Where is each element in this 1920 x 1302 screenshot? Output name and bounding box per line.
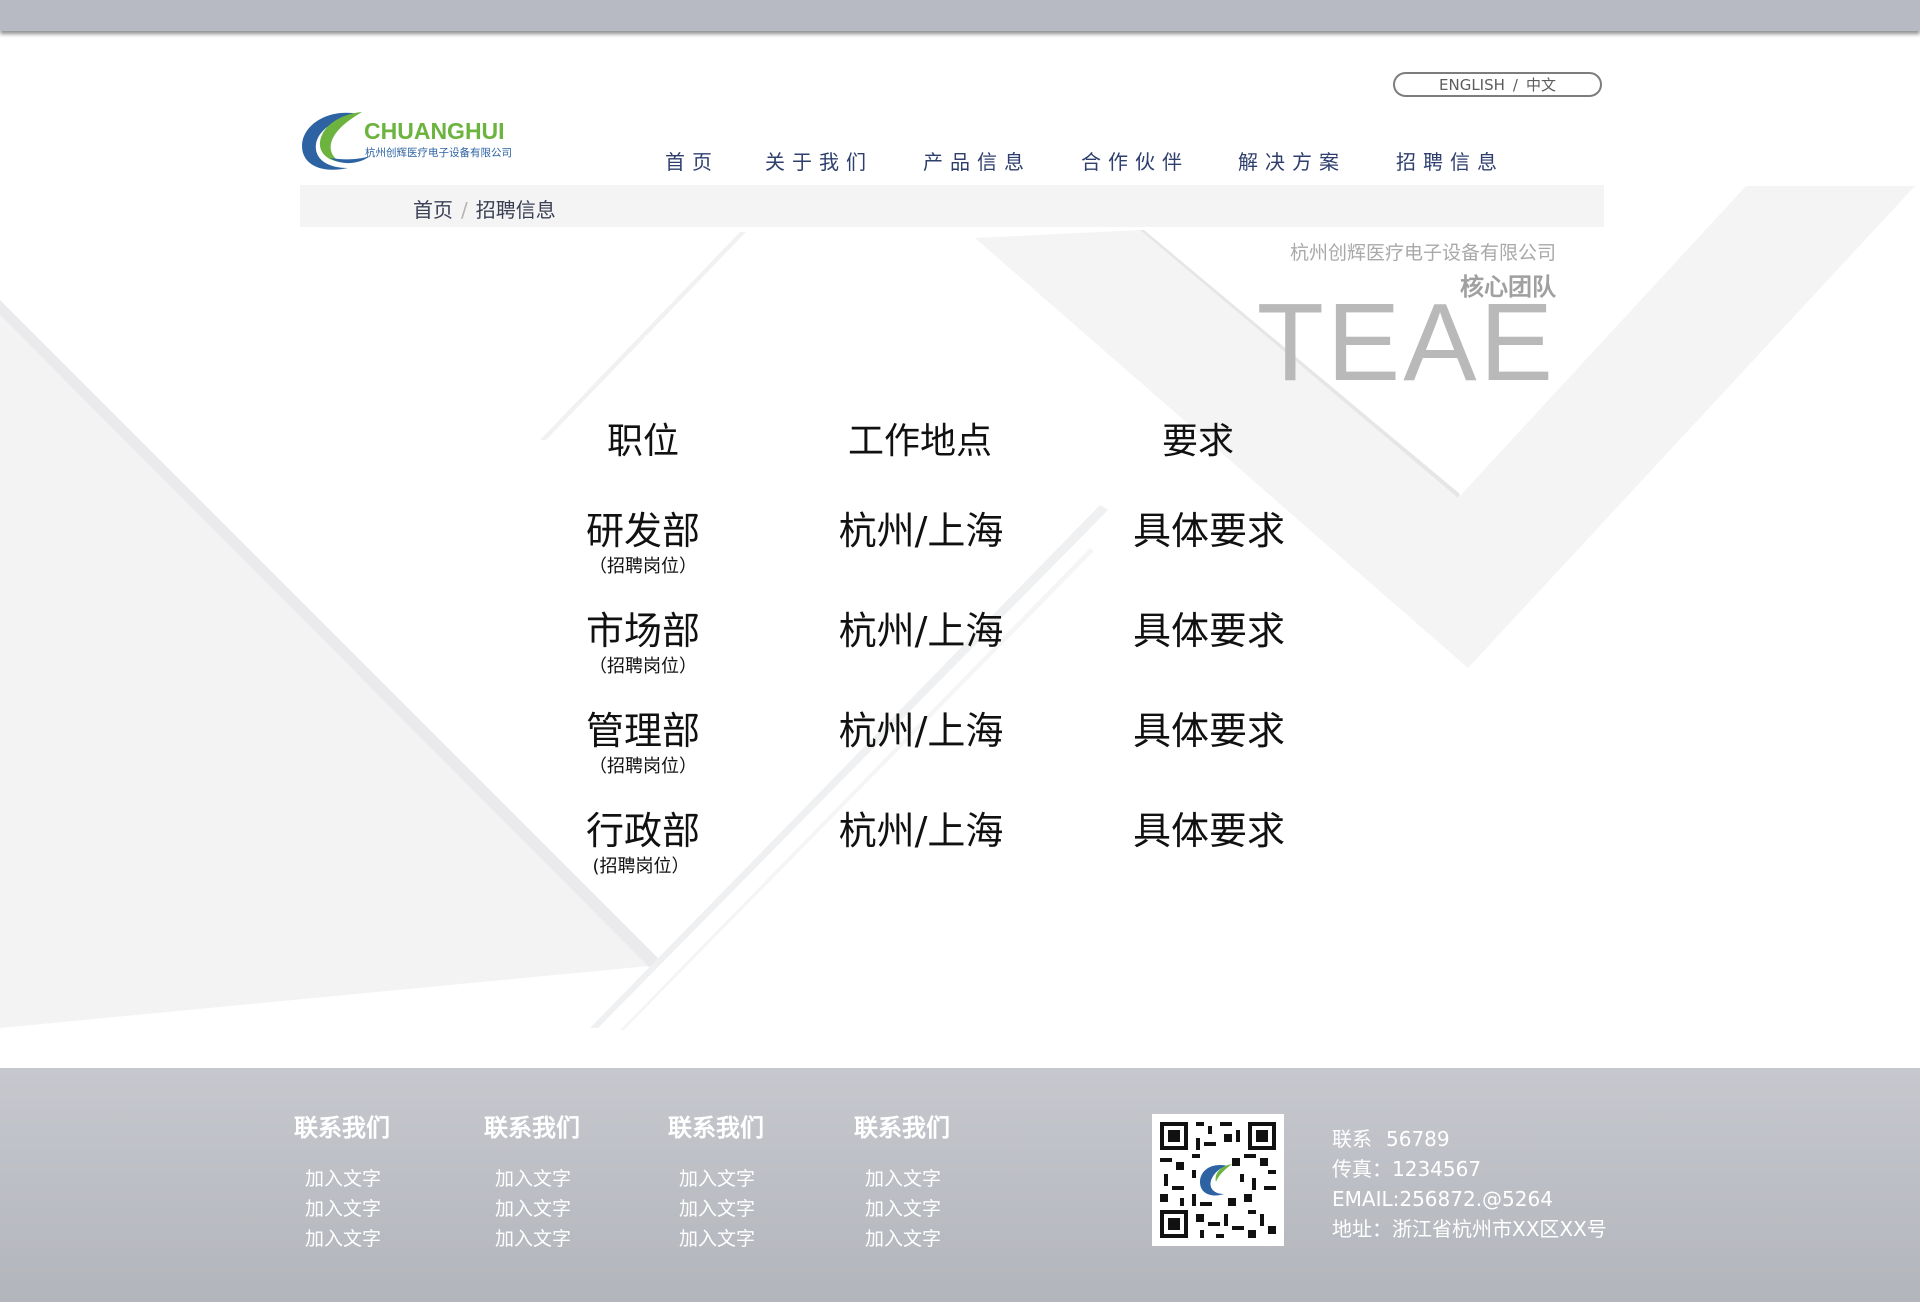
- footer-contact: 联系 56789 传真：1234567 EMAIL:256872.@5264 地址…: [1332, 1124, 1607, 1244]
- table-row: 管理部 （招聘岗位） 杭州/上海 具体要求: [0, 700, 1920, 790]
- footer-link[interactable]: 加入文字: [495, 1194, 580, 1224]
- qr-code-icon: [1152, 1114, 1284, 1246]
- nav-item-about[interactable]: 关于我们: [765, 146, 873, 175]
- department-name[interactable]: 管理部: [586, 700, 700, 755]
- footer-column-title: 联系我们: [294, 1114, 390, 1142]
- nav-item-jobs[interactable]: 招聘信息: [1396, 146, 1504, 175]
- hero-big-word: TEAE: [1256, 281, 1556, 404]
- contact-fax: 传真：1234567: [1332, 1157, 1482, 1181]
- language-switch: ENGLISH / 中文: [1393, 72, 1602, 97]
- table-row: 研发部 （招聘岗位） 杭州/上海 具体要求: [0, 500, 1920, 590]
- contact-phone: 联系 56789: [1332, 1124, 1607, 1154]
- department-subtitle: （招聘岗位）: [589, 756, 697, 777]
- contact-phone-label: 联系: [1332, 1127, 1372, 1151]
- nav-item-home[interactable]: 首页: [665, 146, 719, 175]
- footer-link[interactable]: 加入文字: [679, 1164, 764, 1194]
- header-requirement: 要求: [1161, 421, 1235, 462]
- footer-link[interactable]: 加入文字: [865, 1224, 950, 1254]
- hero-company-name: 杭州创辉医疗电子设备有限公司: [1289, 242, 1556, 264]
- lang-separator: /: [1512, 75, 1518, 94]
- footer-column: 联系我们 加入文字 加入文字 加入文字: [854, 1108, 950, 1254]
- requirement-link[interactable]: 具体要求: [1133, 500, 1285, 555]
- footer-link[interactable]: 加入文字: [865, 1194, 950, 1224]
- department-name[interactable]: 行政部: [586, 800, 700, 855]
- contact-address: 地址：浙江省杭州市XX区XX号: [1332, 1217, 1607, 1241]
- department-name[interactable]: 研发部: [586, 500, 700, 555]
- job-location: 杭州/上海: [838, 609, 1004, 653]
- footer-link[interactable]: 加入文字: [305, 1224, 390, 1254]
- footer-link[interactable]: 加入文字: [679, 1224, 764, 1254]
- department-subtitle: （招聘岗位）: [589, 656, 697, 677]
- requirement-link[interactable]: 具体要求: [1133, 800, 1285, 855]
- footer-link[interactable]: 加入文字: [495, 1224, 580, 1254]
- lang-english[interactable]: ENGLISH: [1439, 76, 1505, 94]
- breadcrumb-home[interactable]: 首页: [413, 198, 453, 222]
- job-location: 杭州/上海: [838, 809, 1004, 853]
- job-location: 杭州/上海: [838, 509, 1004, 553]
- table-row: 市场部 （招聘岗位） 杭州/上海 具体要求: [0, 600, 1920, 690]
- footer-link[interactable]: 加入文字: [495, 1164, 580, 1194]
- department-subtitle: (招聘岗位）: [592, 856, 690, 877]
- header-location: 工作地点: [847, 421, 993, 462]
- nav-item-products[interactable]: 产品信息: [923, 146, 1031, 175]
- header-position: 职位: [606, 421, 680, 462]
- lang-chinese[interactable]: 中文: [1526, 74, 1556, 95]
- breadcrumb-separator: /: [461, 198, 468, 222]
- footer: [0, 1068, 1920, 1302]
- footer-column-title: 联系我们: [484, 1114, 580, 1142]
- requirement-link[interactable]: 具体要求: [1133, 700, 1285, 755]
- footer-link[interactable]: 加入文字: [305, 1164, 390, 1194]
- requirement-link[interactable]: 具体要求: [1133, 600, 1285, 655]
- footer-column: 联系我们 加入文字 加入文字 加入文字: [668, 1108, 764, 1254]
- footer-link[interactable]: 加入文字: [305, 1194, 390, 1224]
- nav-item-partners[interactable]: 合作伙伴: [1081, 146, 1189, 175]
- footer-column-title: 联系我们: [668, 1114, 764, 1142]
- footer-column: 联系我们 加入文字 加入文字 加入文字: [294, 1108, 390, 1254]
- department-name[interactable]: 市场部: [586, 600, 700, 655]
- footer-column-title: 联系我们: [854, 1114, 950, 1142]
- logo-brand-name: CHUANGHUI: [364, 118, 505, 144]
- nav-item-solutions[interactable]: 解决方案: [1238, 146, 1346, 175]
- table-row: 行政部 (招聘岗位） 杭州/上海 具体要求: [0, 800, 1920, 890]
- breadcrumb-current: 招聘信息: [475, 198, 556, 222]
- job-location: 杭州/上海: [838, 709, 1004, 753]
- contact-phone-number: 56789: [1386, 1127, 1450, 1151]
- contact-email[interactable]: EMAIL:256872.@5264: [1332, 1184, 1607, 1214]
- breadcrumb: 首页 / 招聘信息: [413, 194, 556, 223]
- footer-link[interactable]: 加入文字: [679, 1194, 764, 1224]
- footer-column: 联系我们 加入文字 加入文字 加入文字: [484, 1108, 580, 1254]
- footer-link[interactable]: 加入文字: [865, 1164, 950, 1194]
- department-subtitle: （招聘岗位）: [589, 556, 697, 577]
- logo-company-name: 杭州创辉医疗电子设备有限公司: [365, 147, 512, 159]
- top-bar: [0, 0, 1920, 31]
